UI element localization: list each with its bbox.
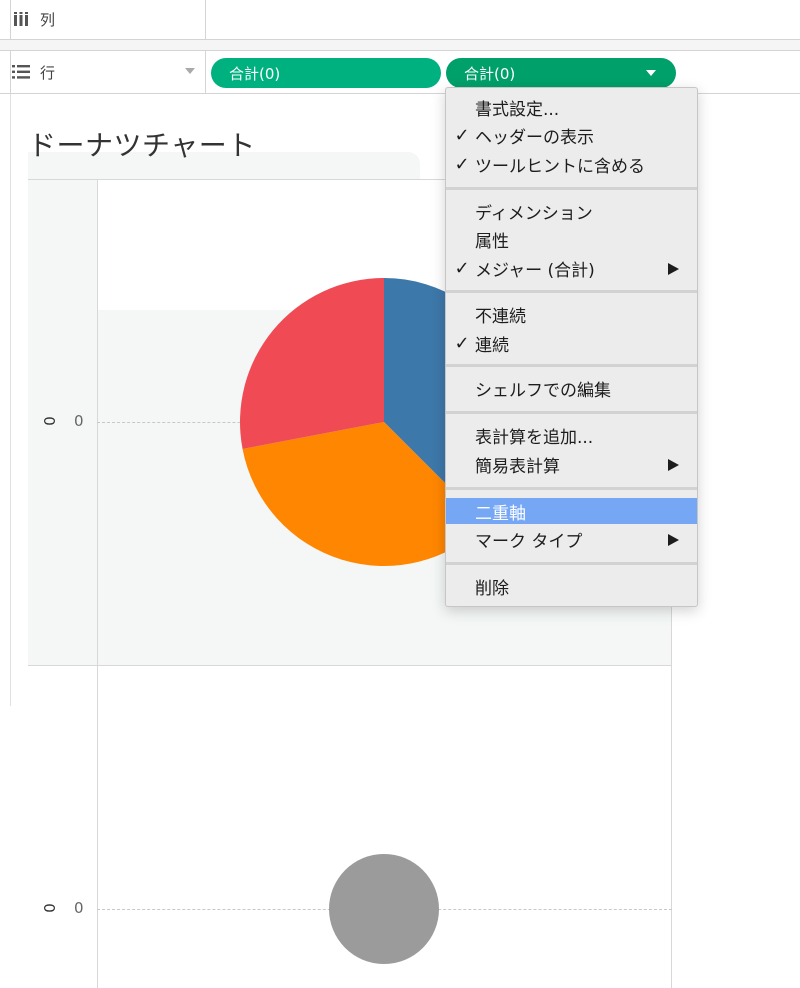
menu-item-measure[interactable]: ✓ メジャー (合計) [446, 255, 697, 281]
menu-item-discrete[interactable]: 不連続 [446, 301, 697, 327]
menu-item-format[interactable]: 書式設定... [446, 94, 697, 120]
submenu-arrow-icon [668, 263, 679, 275]
submenu-arrow-icon [668, 534, 679, 546]
menu-item-show-header[interactable]: ✓ ヘッダーの表示 [446, 122, 697, 148]
menu-separator [446, 411, 697, 414]
menu-item-include-in-tooltip[interactable]: ✓ ツールヒントに含める [446, 151, 697, 177]
check-icon: ✓ [454, 332, 470, 354]
menu-separator [446, 290, 697, 293]
menu-separator [446, 364, 697, 367]
menu-item-dimension[interactable]: ディメンション [446, 198, 697, 224]
check-icon: ✓ [454, 257, 470, 279]
menu-item-quick-table-calc[interactable]: 簡易表計算 [446, 451, 697, 477]
menu-item-add-table-calc[interactable]: 表計算を追加... [446, 422, 697, 448]
menu-item-dual-axis[interactable]: 二重軸 [446, 498, 697, 524]
submenu-arrow-icon [668, 459, 679, 471]
check-icon: ✓ [454, 153, 470, 175]
pie-slice[interactable] [329, 854, 439, 964]
pie-chart-bottom [329, 854, 439, 964]
menu-item-remove[interactable]: 削除 [446, 573, 697, 599]
menu-item-continuous[interactable]: ✓ 連続 [446, 330, 697, 356]
pie-slice[interactable] [240, 278, 384, 449]
menu-item-mark-type[interactable]: マーク タイプ [446, 526, 697, 552]
menu-separator [446, 562, 697, 565]
menu-separator [446, 187, 697, 190]
menu-separator [446, 487, 697, 490]
menu-item-edit-in-shelf[interactable]: シェルフでの編集 [446, 375, 697, 401]
check-icon: ✓ [454, 124, 470, 146]
pill-context-menu: 書式設定... ✓ ヘッダーの表示 ✓ ツールヒントに含める ディメンション 属… [445, 87, 698, 607]
menu-item-attribute[interactable]: 属性 [446, 226, 697, 252]
